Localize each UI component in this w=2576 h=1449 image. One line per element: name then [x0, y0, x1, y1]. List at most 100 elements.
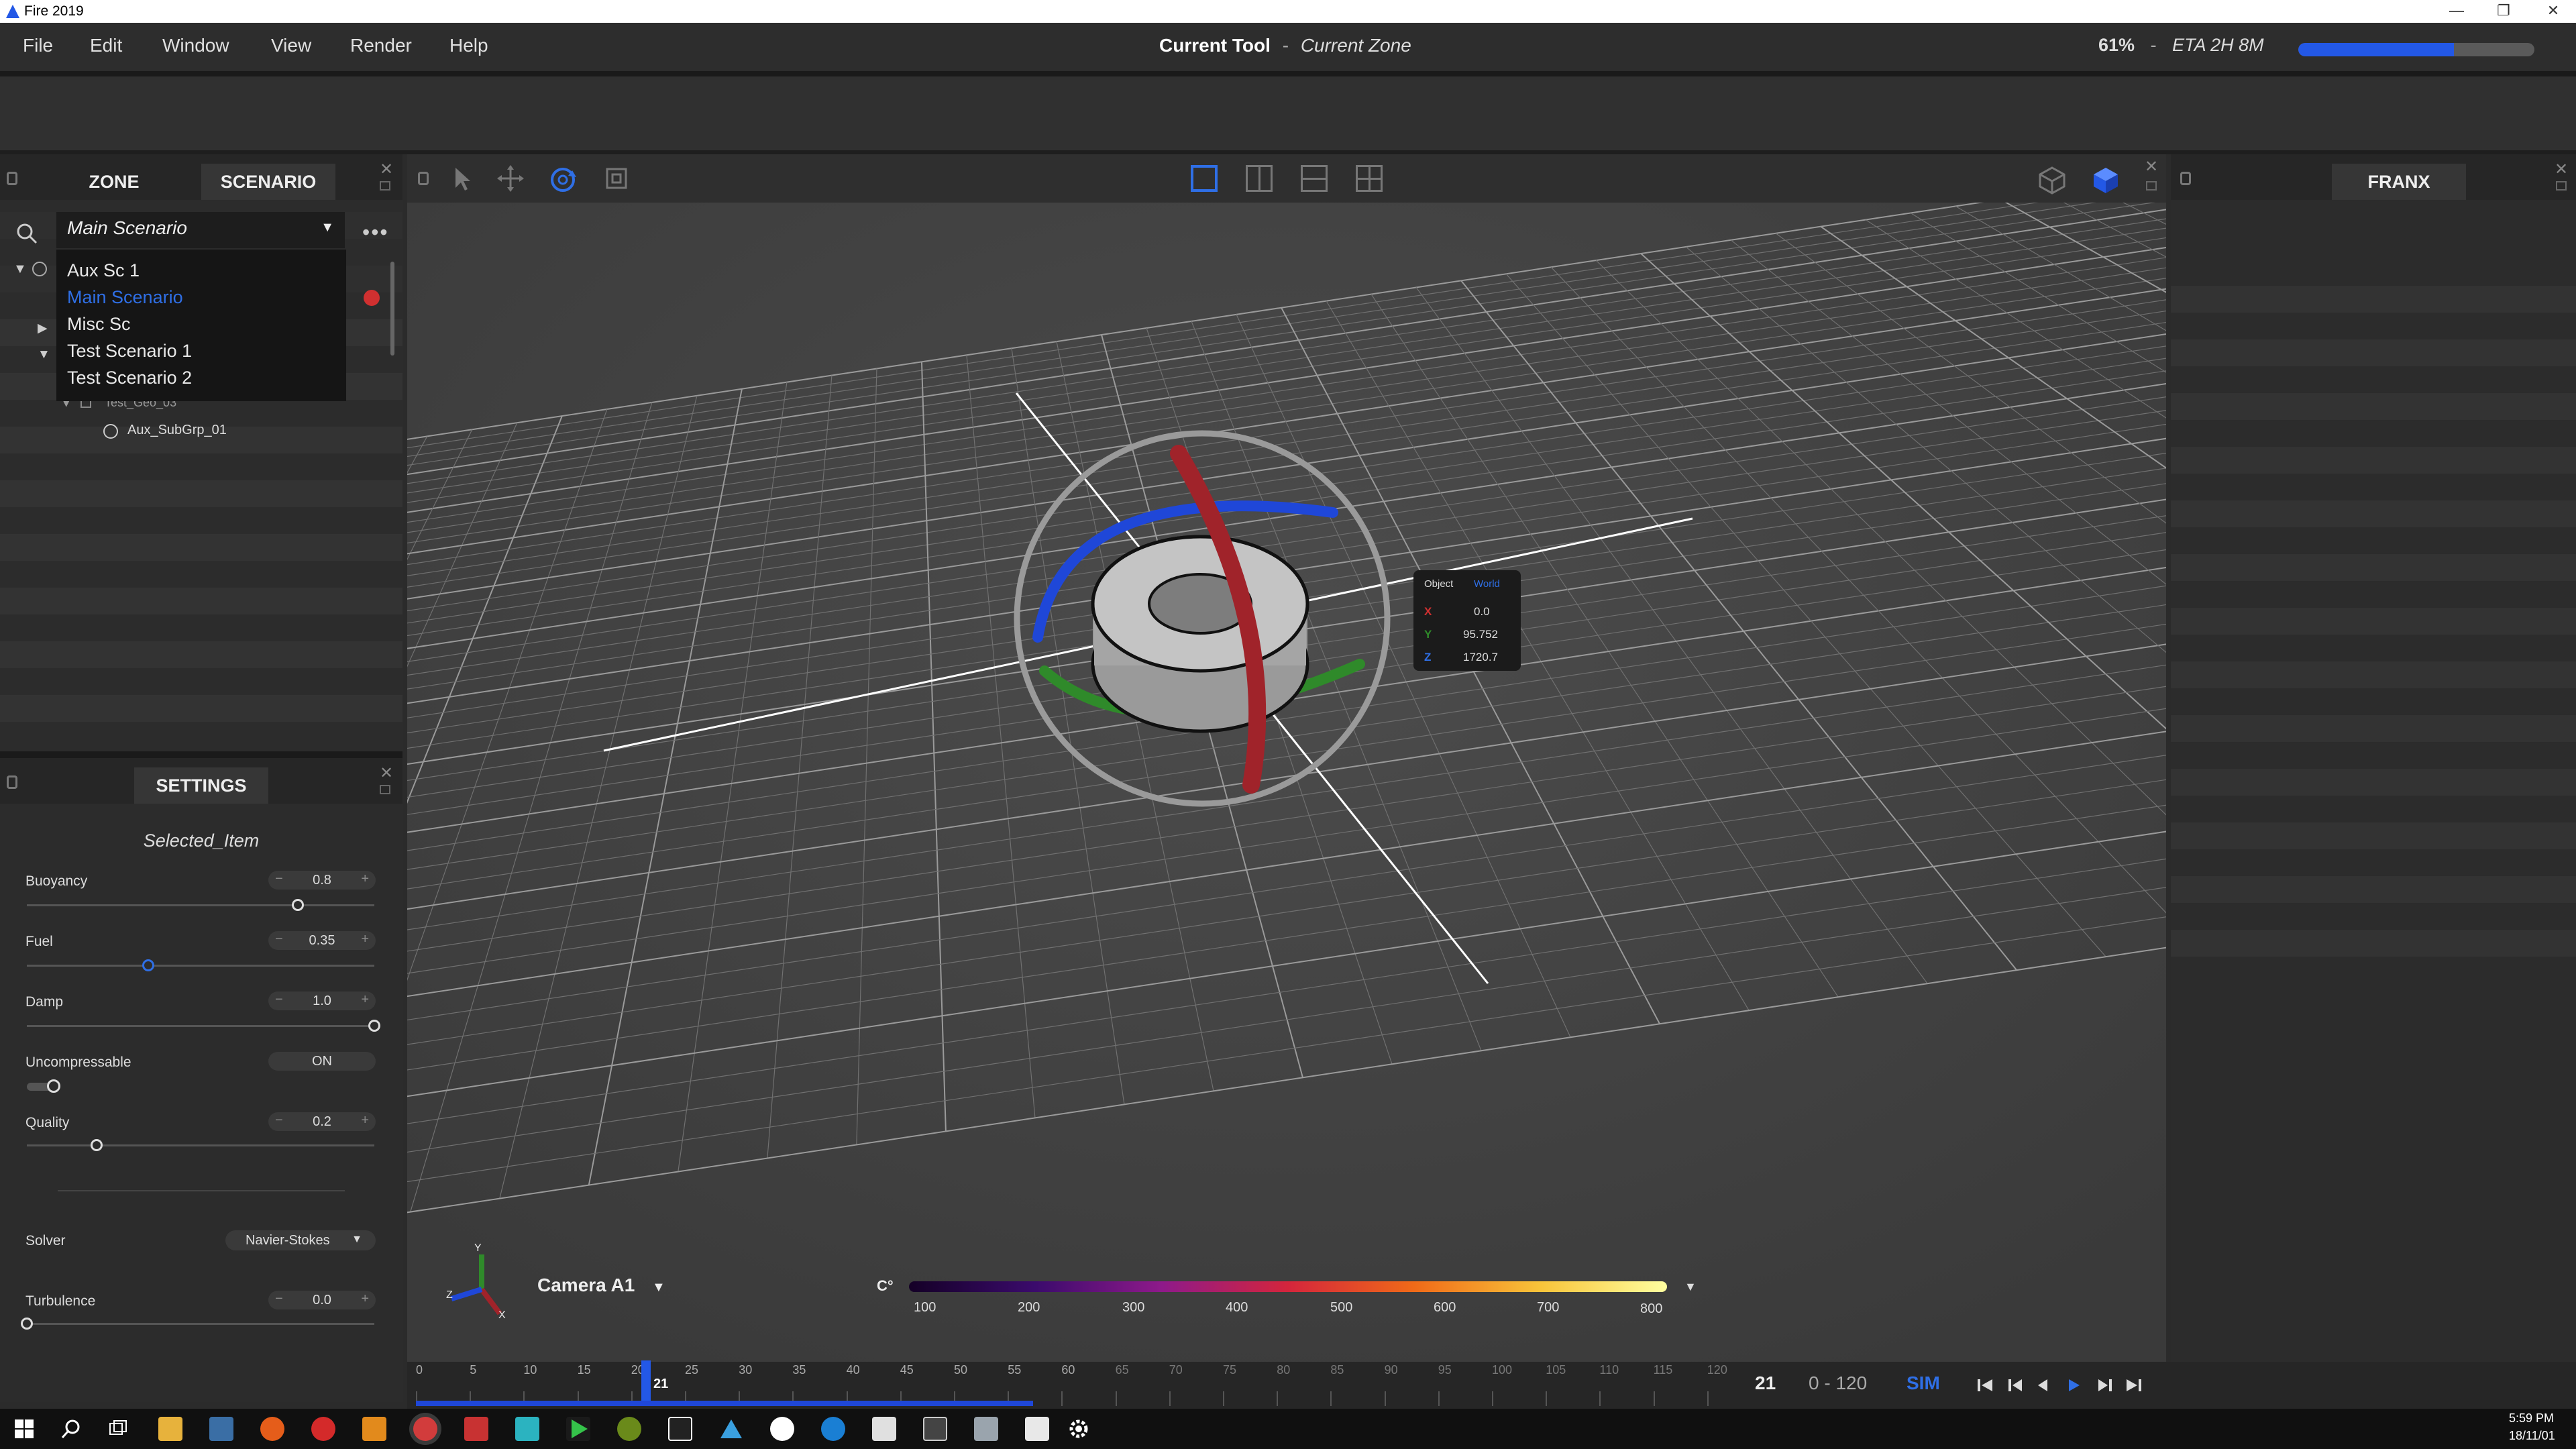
gear-icon[interactable] — [1067, 1417, 1091, 1441]
more-options-icon[interactable]: ••• — [362, 220, 389, 245]
firefox-icon[interactable] — [260, 1417, 284, 1441]
tab-franx[interactable]: FRANX — [2332, 164, 2466, 200]
slider-handle[interactable] — [142, 959, 155, 971]
windows-start-icon[interactable] — [13, 1418, 35, 1440]
lock-icon[interactable] — [7, 775, 17, 789]
clock-time[interactable]: 5:59 PM — [2509, 1411, 2554, 1426]
panel-close-icon[interactable]: ✕ — [380, 763, 393, 783]
mode-object-tab[interactable]: Object — [1424, 578, 1453, 590]
tree-collapse-icon[interactable]: ▶ — [38, 321, 48, 336]
slider-handle[interactable] — [292, 899, 305, 911]
tree-expand-icon[interactable]: ▼ — [38, 347, 50, 362]
wireframe-cube-icon[interactable] — [2036, 164, 2068, 196]
x-value[interactable]: 0.0 — [1474, 605, 1490, 619]
menu-view[interactable]: View — [271, 35, 311, 56]
current-frame-display[interactable]: 21 — [1755, 1373, 1776, 1394]
panel-float-icon[interactable] — [2556, 181, 2567, 191]
viewport-3d[interactable]: Y X Z Object World X 0.0 Y 95.752 Z 1720… — [407, 154, 2166, 1362]
toggle-value[interactable]: ON — [268, 1054, 376, 1069]
tab-settings[interactable]: SETTINGS — [134, 767, 268, 804]
search-icon[interactable] — [60, 1418, 82, 1440]
rotate-icon[interactable] — [547, 164, 579, 196]
edge-icon[interactable] — [821, 1417, 845, 1441]
colorbar-menu-icon[interactable]: ▼ — [1684, 1280, 1697, 1294]
app-taskbar-icon[interactable] — [719, 1417, 743, 1441]
menu-help[interactable]: Help — [449, 35, 488, 56]
uncompressable-toggle[interactable]: ON — [268, 1052, 376, 1071]
dropdown-item[interactable]: Aux Sc 1 — [67, 260, 140, 281]
task-view-icon[interactable] — [107, 1418, 129, 1440]
app-taskbar-icon[interactable] — [311, 1417, 335, 1441]
buoyancy-slider[interactable] — [27, 904, 374, 906]
dropdown-item-selected[interactable]: Main Scenario — [67, 287, 183, 308]
tree-item-label[interactable]: Aux_SubGrp_01 — [127, 423, 227, 438]
tab-zone[interactable]: ZONE — [40, 164, 188, 200]
scenario-dropdown[interactable]: Main Scenario ▼ — [56, 212, 345, 248]
clock-date[interactable]: 18/11/01 — [2509, 1429, 2555, 1443]
app-taskbar-icon[interactable] — [617, 1417, 641, 1441]
play-icon[interactable] — [2069, 1379, 2080, 1391]
minimize-button[interactable]: — — [2436, 1, 2477, 21]
panel-close-icon[interactable]: ✕ — [2555, 160, 2568, 179]
step-back-icon[interactable] — [2038, 1379, 2047, 1391]
fuel-stepper[interactable]: − 0.35 + — [268, 931, 376, 950]
panel-float-icon[interactable] — [2146, 181, 2157, 191]
split-vertical-layout-icon[interactable] — [1246, 165, 1273, 192]
camera-selector[interactable]: Camera A1 ▼ — [537, 1275, 665, 1296]
slider-handle[interactable] — [368, 1020, 380, 1032]
lock-icon[interactable] — [2180, 172, 2191, 185]
scale-icon[interactable] — [602, 164, 631, 193]
panel-close-icon[interactable]: ✕ — [2145, 157, 2158, 176]
damp-stepper[interactable]: − 1.0 + — [268, 991, 376, 1010]
app-taskbar-icon[interactable] — [209, 1417, 233, 1441]
sim-mode-button[interactable]: SIM — [1907, 1373, 1940, 1394]
single-view-layout-icon[interactable] — [1191, 165, 1218, 192]
quad-view-layout-icon[interactable] — [1356, 165, 1383, 192]
menu-render[interactable]: Render — [350, 35, 412, 56]
file-explorer-icon[interactable] — [158, 1417, 182, 1441]
frame-range[interactable]: 0 - 120 — [1809, 1373, 1867, 1394]
viewport-scene[interactable] — [407, 154, 2166, 1362]
slider-handle[interactable] — [90, 1139, 103, 1151]
solid-cube-icon[interactable] — [2090, 164, 2122, 196]
epic-games-icon[interactable] — [668, 1417, 692, 1441]
app-taskbar-icon[interactable] — [974, 1417, 998, 1441]
turbulence-stepper[interactable]: − 0.0 + — [268, 1291, 376, 1309]
last-frame-icon[interactable] — [2127, 1379, 2141, 1391]
tab-scenario[interactable]: SCENARIO — [201, 164, 335, 200]
calculator-icon[interactable] — [872, 1417, 896, 1441]
move-icon[interactable] — [496, 164, 525, 193]
dropdown-item[interactable]: Test Scenario 2 — [67, 368, 192, 388]
y-value[interactable]: 95.752 — [1463, 628, 1498, 641]
menu-file[interactable]: File — [23, 35, 53, 56]
dropdown-item[interactable]: Misc Sc — [67, 314, 131, 335]
photos-icon[interactable] — [1025, 1417, 1049, 1441]
increment-button[interactable]: + — [361, 932, 369, 947]
lock-icon[interactable] — [7, 172, 17, 185]
stepper-value[interactable]: 1.0 — [268, 994, 376, 1009]
record-indicator-icon[interactable] — [364, 290, 380, 306]
panel-close-icon[interactable]: ✕ — [380, 160, 393, 179]
buoyancy-stepper[interactable]: − 0.8 + — [268, 871, 376, 890]
app-taskbar-icon[interactable] — [362, 1417, 386, 1441]
close-window-button[interactable]: ✕ — [2533, 1, 2573, 21]
increment-button[interactable]: + — [361, 1291, 369, 1307]
select-arrow-icon[interactable] — [447, 164, 477, 193]
app-taskbar-icon[interactable] — [923, 1417, 947, 1441]
turbulence-slider[interactable] — [27, 1323, 374, 1325]
lock-icon[interactable] — [418, 172, 429, 185]
toggle-handle[interactable] — [47, 1079, 60, 1093]
quality-stepper[interactable]: − 0.2 + — [268, 1112, 376, 1131]
panel-float-icon[interactable] — [380, 785, 390, 794]
next-key-icon[interactable] — [2098, 1379, 2112, 1391]
app-taskbar-icon[interactable] — [566, 1417, 590, 1441]
increment-button[interactable]: + — [361, 1113, 369, 1128]
split-horizontal-layout-icon[interactable] — [1301, 165, 1328, 192]
panel-float-icon[interactable] — [380, 181, 390, 191]
stepper-value[interactable]: 0.8 — [268, 873, 376, 888]
stepper-value[interactable]: 0.0 — [268, 1293, 376, 1308]
search-icon[interactable] — [15, 221, 39, 246]
dropdown-item[interactable]: Test Scenario 1 — [67, 341, 192, 362]
menu-window[interactable]: Window — [162, 35, 229, 56]
app-taskbar-icon[interactable] — [464, 1417, 488, 1441]
